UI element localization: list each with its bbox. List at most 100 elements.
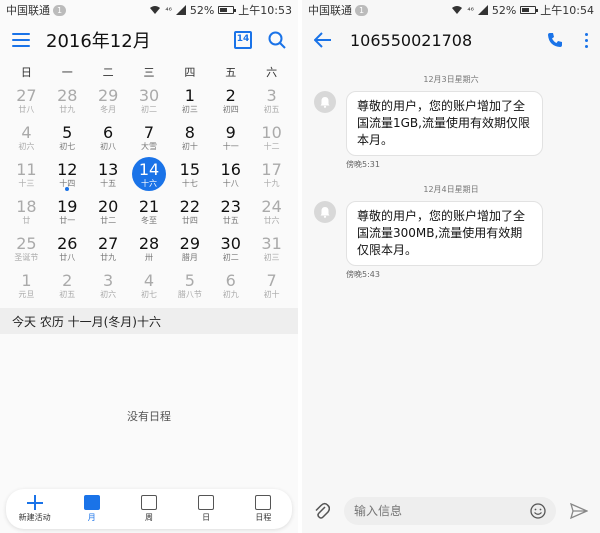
lunar-date: 初七: [59, 141, 76, 151]
event-dot: [65, 187, 70, 191]
day-cell[interactable]: 3 初六: [88, 267, 129, 304]
lunar-date: 元旦: [18, 289, 35, 299]
day-cell[interactable]: 18 廿: [6, 193, 47, 230]
search-icon[interactable]: [268, 31, 286, 49]
network-type: ⁴⁶: [165, 5, 172, 15]
day-number: 21: [138, 196, 160, 216]
nav-item[interactable]: 周: [124, 495, 174, 523]
day-cell[interactable]: 30 初二: [210, 230, 251, 267]
signal-icon: [175, 5, 186, 15]
day-cell[interactable]: 21 冬至: [129, 193, 170, 230]
lunar-date: 十八: [222, 178, 239, 188]
back-arrow-icon[interactable]: [314, 32, 332, 48]
day-cell[interactable]: 6 初八: [88, 119, 129, 156]
status-bar: 中国联通 1 ⁴⁶ 52% 上午10:54: [302, 0, 600, 20]
nav-item[interactable]: 新建活动: [10, 495, 60, 523]
sender-avatar[interactable]: [314, 201, 336, 223]
day-number: 18: [16, 196, 37, 216]
day-number: 30: [220, 233, 241, 253]
nav-item[interactable]: 日程: [238, 495, 288, 523]
day-number: 22: [179, 196, 201, 216]
day-cell[interactable]: 19 廿一: [47, 193, 88, 230]
send-icon[interactable]: [570, 503, 588, 519]
day-cell[interactable]: 22 廿四: [169, 193, 210, 230]
attachment-icon[interactable]: [314, 502, 330, 520]
sim-badge: 1: [355, 4, 369, 16]
day-cell[interactable]: 30 初二: [129, 82, 170, 119]
day-cell[interactable]: 5 初七: [47, 119, 88, 156]
day-cell[interactable]: 28 廿九: [47, 82, 88, 119]
message-input-box[interactable]: [344, 497, 556, 525]
message-content: 尊敬的用户，您的账户增加了全国流量1GB,流量使用有效期仅限本月。 傍晚5:31: [346, 91, 543, 170]
day-cell[interactable]: 4 初七: [129, 267, 170, 304]
lunar-date: 十六: [140, 178, 157, 188]
day-cell[interactable]: 23 廿五: [210, 193, 251, 230]
weekday-label: 一: [61, 66, 73, 79]
today-icon[interactable]: 14: [234, 31, 252, 49]
day-number: 14: [138, 159, 160, 179]
lunar-date: 廿: [22, 215, 31, 225]
day-cell[interactable]: 2 初四: [210, 82, 251, 119]
more-options-icon[interactable]: [585, 32, 588, 48]
day-cell[interactable]: 29 冬月: [88, 82, 129, 119]
day-number: 17: [261, 159, 282, 179]
day-cell[interactable]: 4 初六: [6, 119, 47, 156]
message-bubble[interactable]: 尊敬的用户，您的账户增加了全国流量300MB,流量使用有效期仅限本月。: [346, 201, 543, 266]
day-number: 12: [57, 159, 78, 179]
day-number: 4: [21, 122, 32, 142]
day-cell[interactable]: 11 十三: [6, 156, 47, 193]
day-cell[interactable]: 7 初十: [251, 267, 292, 304]
nav-label: 新建活动: [18, 513, 51, 522]
lunar-date: 廿八: [59, 252, 76, 262]
day-number: 8: [184, 122, 195, 142]
day-cell[interactable]: 3 初五: [251, 82, 292, 119]
day-cell[interactable]: 10 十二: [251, 119, 292, 156]
nav-item[interactable]: 日: [181, 495, 231, 523]
date-separator: 12月3日星期六: [423, 75, 479, 84]
menu-icon[interactable]: [12, 33, 30, 47]
message-content: 尊敬的用户，您的账户增加了全国流量300MB,流量使用有效期仅限本月。 傍晚5:…: [346, 201, 543, 280]
day-cell[interactable]: 27 廿九: [88, 230, 129, 267]
day-cell[interactable]: 1 初三: [169, 82, 210, 119]
lunar-date: 十七: [181, 178, 198, 188]
day-number: 6: [103, 122, 114, 142]
day-cell[interactable]: 27 廿八: [6, 82, 47, 119]
day-number: 16: [220, 159, 241, 179]
nav-item[interactable]: 月: [67, 495, 117, 523]
lunar-date: 廿一: [59, 215, 76, 225]
day-cell[interactable]: 12 十四: [47, 156, 88, 193]
day-cell[interactable]: 26 廿八: [47, 230, 88, 267]
calendar-header: 2016年12月 14: [0, 20, 298, 60]
day-cell[interactable]: 28 卅: [129, 230, 170, 267]
day-cell[interactable]: 8 初十: [169, 119, 210, 156]
battery-icon: [218, 6, 237, 14]
lunar-date: 初五: [59, 289, 76, 299]
carrier-name: 中国联通: [308, 4, 352, 17]
message-input[interactable]: [354, 504, 530, 518]
day-cell[interactable]: 1 元旦: [6, 267, 47, 304]
sender-avatar[interactable]: [314, 91, 336, 113]
lunar-date: 冬至: [140, 215, 157, 225]
month-grid: 27 廿八 28 廿九 29 冬月 30 初二 1 初三 2 初四 3 初五 4 初六 5 初七 6 初八 7 大雪 8 初十…: [0, 82, 298, 304]
day-cell[interactable]: 2 初五: [47, 267, 88, 304]
day-cell[interactable]: 15 十七: [169, 156, 210, 193]
day-cell[interactable]: 24 廿六: [251, 193, 292, 230]
call-icon[interactable]: [547, 32, 563, 48]
carrier-group: 中国联通 1: [308, 2, 451, 18]
day-cell[interactable]: 7 大雪: [129, 119, 170, 156]
day-cell[interactable]: 20 廿二: [88, 193, 129, 230]
day-cell[interactable]: 17 十九: [251, 156, 292, 193]
day-cell[interactable]: 13 十五: [88, 156, 129, 193]
day-cell[interactable]: 16 十八: [210, 156, 251, 193]
message-bubble[interactable]: 尊敬的用户，您的账户增加了全国流量1GB,流量使用有效期仅限本月。: [346, 91, 543, 156]
day-cell-selected[interactable]: 14 十六: [129, 156, 170, 193]
day-cell[interactable]: 6 初九: [210, 267, 251, 304]
day-cell[interactable]: 31 初三: [251, 230, 292, 267]
day-cell[interactable]: 5 腊八节: [169, 267, 210, 304]
emoji-icon[interactable]: [530, 503, 546, 519]
day-cell[interactable]: 25 圣诞节: [6, 230, 47, 267]
weekday-label: 日: [20, 66, 32, 79]
day-cell[interactable]: 29 腊月: [169, 230, 210, 267]
day-cell[interactable]: 9 十一: [210, 119, 251, 156]
message-row: 尊敬的用户，您的账户增加了全国流量1GB,流量使用有效期仅限本月。 傍晚5:31: [302, 91, 600, 170]
